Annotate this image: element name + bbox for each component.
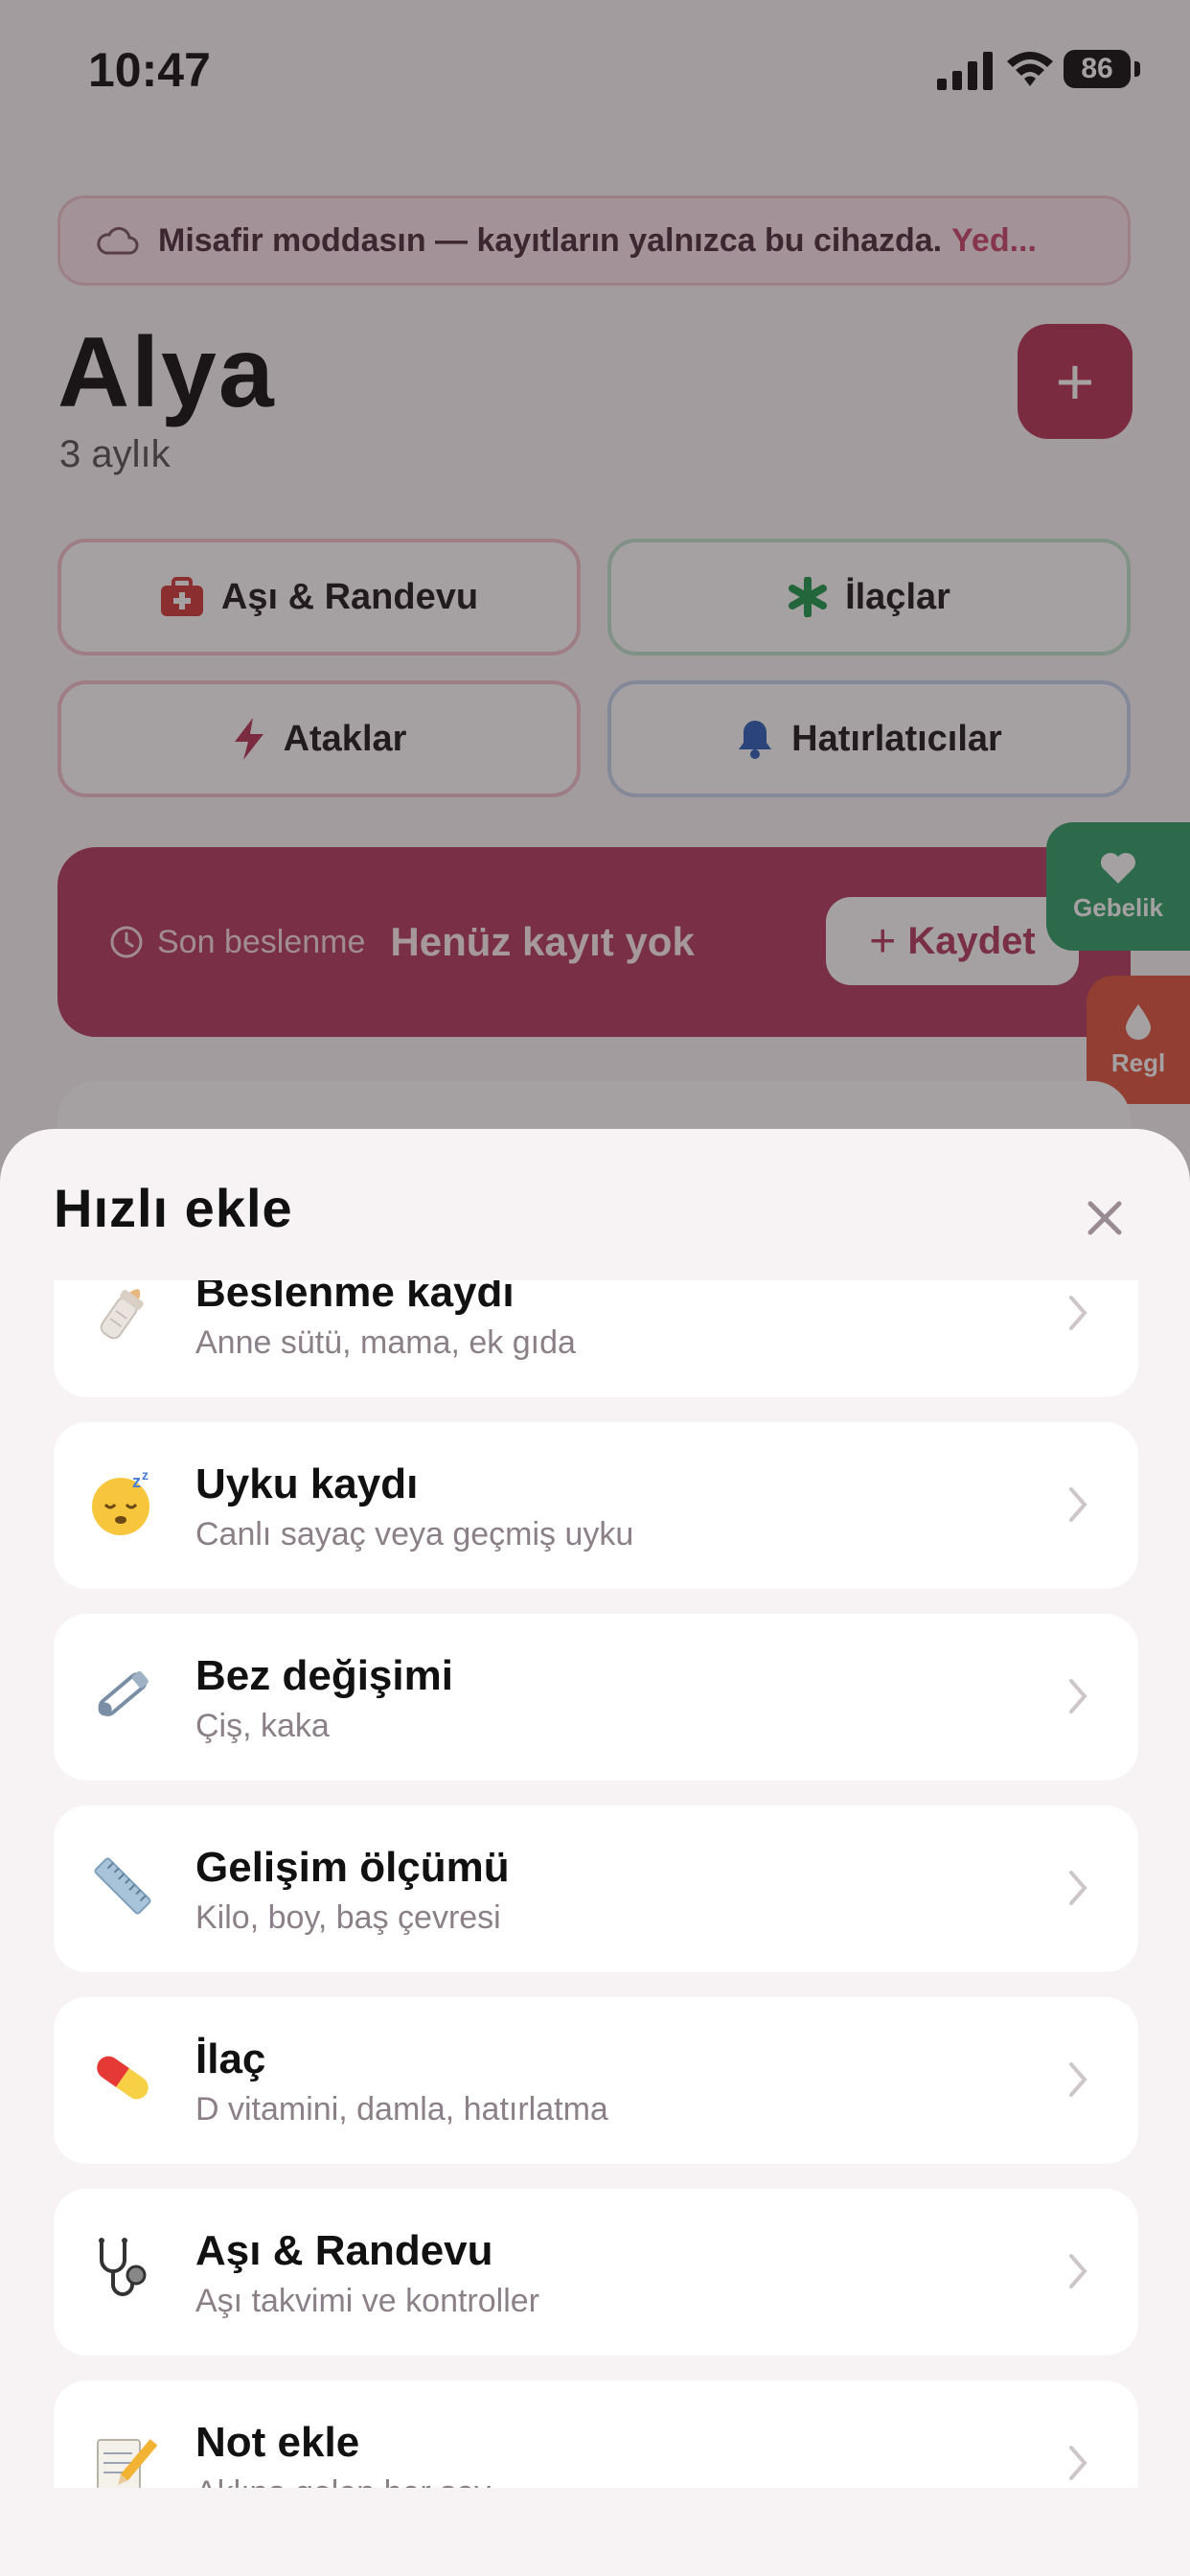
list-item[interactable]: Bez değişimi Çiş, kaka xyxy=(54,1614,1138,1781)
svg-text:z: z xyxy=(142,1468,149,1483)
ruler-icon xyxy=(94,1857,151,1915)
list-item[interactable]: İlaç D vitamini, damla, hatırlatma xyxy=(54,1997,1138,2164)
item-title: Bez değişimi xyxy=(195,1652,453,1699)
item-title: Beslenme kaydı xyxy=(195,1280,515,1316)
sheet-bottom-area xyxy=(0,2488,1190,2576)
chevron-right-icon xyxy=(1069,2254,1087,2288)
memo-icon xyxy=(97,2439,157,2493)
safety-pin-icon xyxy=(98,1670,149,1716)
chevron-right-icon xyxy=(1069,1296,1087,1330)
pill-icon xyxy=(97,2056,149,2100)
item-title: Uyku kaydı xyxy=(195,1460,419,1507)
sheet-title: Hızlı ekle xyxy=(54,1178,293,1238)
item-subtitle: Kilo, boy, baş çevresi xyxy=(195,1899,501,1936)
item-subtitle: Çiş, kaka xyxy=(195,1708,330,1744)
svg-text:z: z xyxy=(132,1472,141,1491)
item-subtitle: Anne sütü, mama, ek gıda xyxy=(195,1324,576,1361)
sheet-list[interactable]: Beslenme kaydı Anne sütü, mama, ek gıda … xyxy=(0,1280,1190,2576)
stethoscope-icon xyxy=(99,2238,147,2296)
item-subtitle: Canlı sayaç veya geçmiş uyku xyxy=(195,1516,634,1552)
quick-add-sheet: Hızlı ekle Beslenme kaydı Anne sütü, mam… xyxy=(0,1129,1190,2576)
item-subtitle: D vitamini, damla, hatırlatma xyxy=(195,2091,608,2128)
baby-bottle-icon xyxy=(100,1289,144,1340)
list-item[interactable]: zz Uyku kaydı Canlı sayaç veya geçmiş uy… xyxy=(54,1422,1138,1589)
chevron-right-icon xyxy=(1069,1871,1087,1905)
item-subtitle: Aşı takvimi ve kontroller xyxy=(195,2283,539,2319)
app-screen: 10:47 86 Misafir moddasın — kayıtların y… xyxy=(0,0,1190,2576)
chevron-right-icon xyxy=(1069,2446,1087,2480)
list-item[interactable]: Beslenme kaydı Anne sütü, mama, ek gıda xyxy=(54,1280,1138,1397)
list-item[interactable]: Gelişim ölçümü Kilo, boy, baş çevresi xyxy=(54,1806,1138,1972)
chevron-right-icon xyxy=(1069,1487,1087,1522)
list-item[interactable]: Aşı & Randevu Aşı takvimi ve kontroller xyxy=(54,2189,1138,2356)
chevron-right-icon xyxy=(1069,2062,1087,2097)
sleeping-face-icon: zz xyxy=(92,1468,149,1535)
item-title: Not ekle xyxy=(195,2419,360,2466)
close-icon[interactable] xyxy=(1077,1190,1133,1246)
item-title: Aşı & Randevu xyxy=(195,2227,493,2274)
chevron-right-icon xyxy=(1069,1679,1087,1714)
item-title: İlaç xyxy=(195,2036,266,2082)
item-title: Gelişim ölçümü xyxy=(195,1844,510,1891)
